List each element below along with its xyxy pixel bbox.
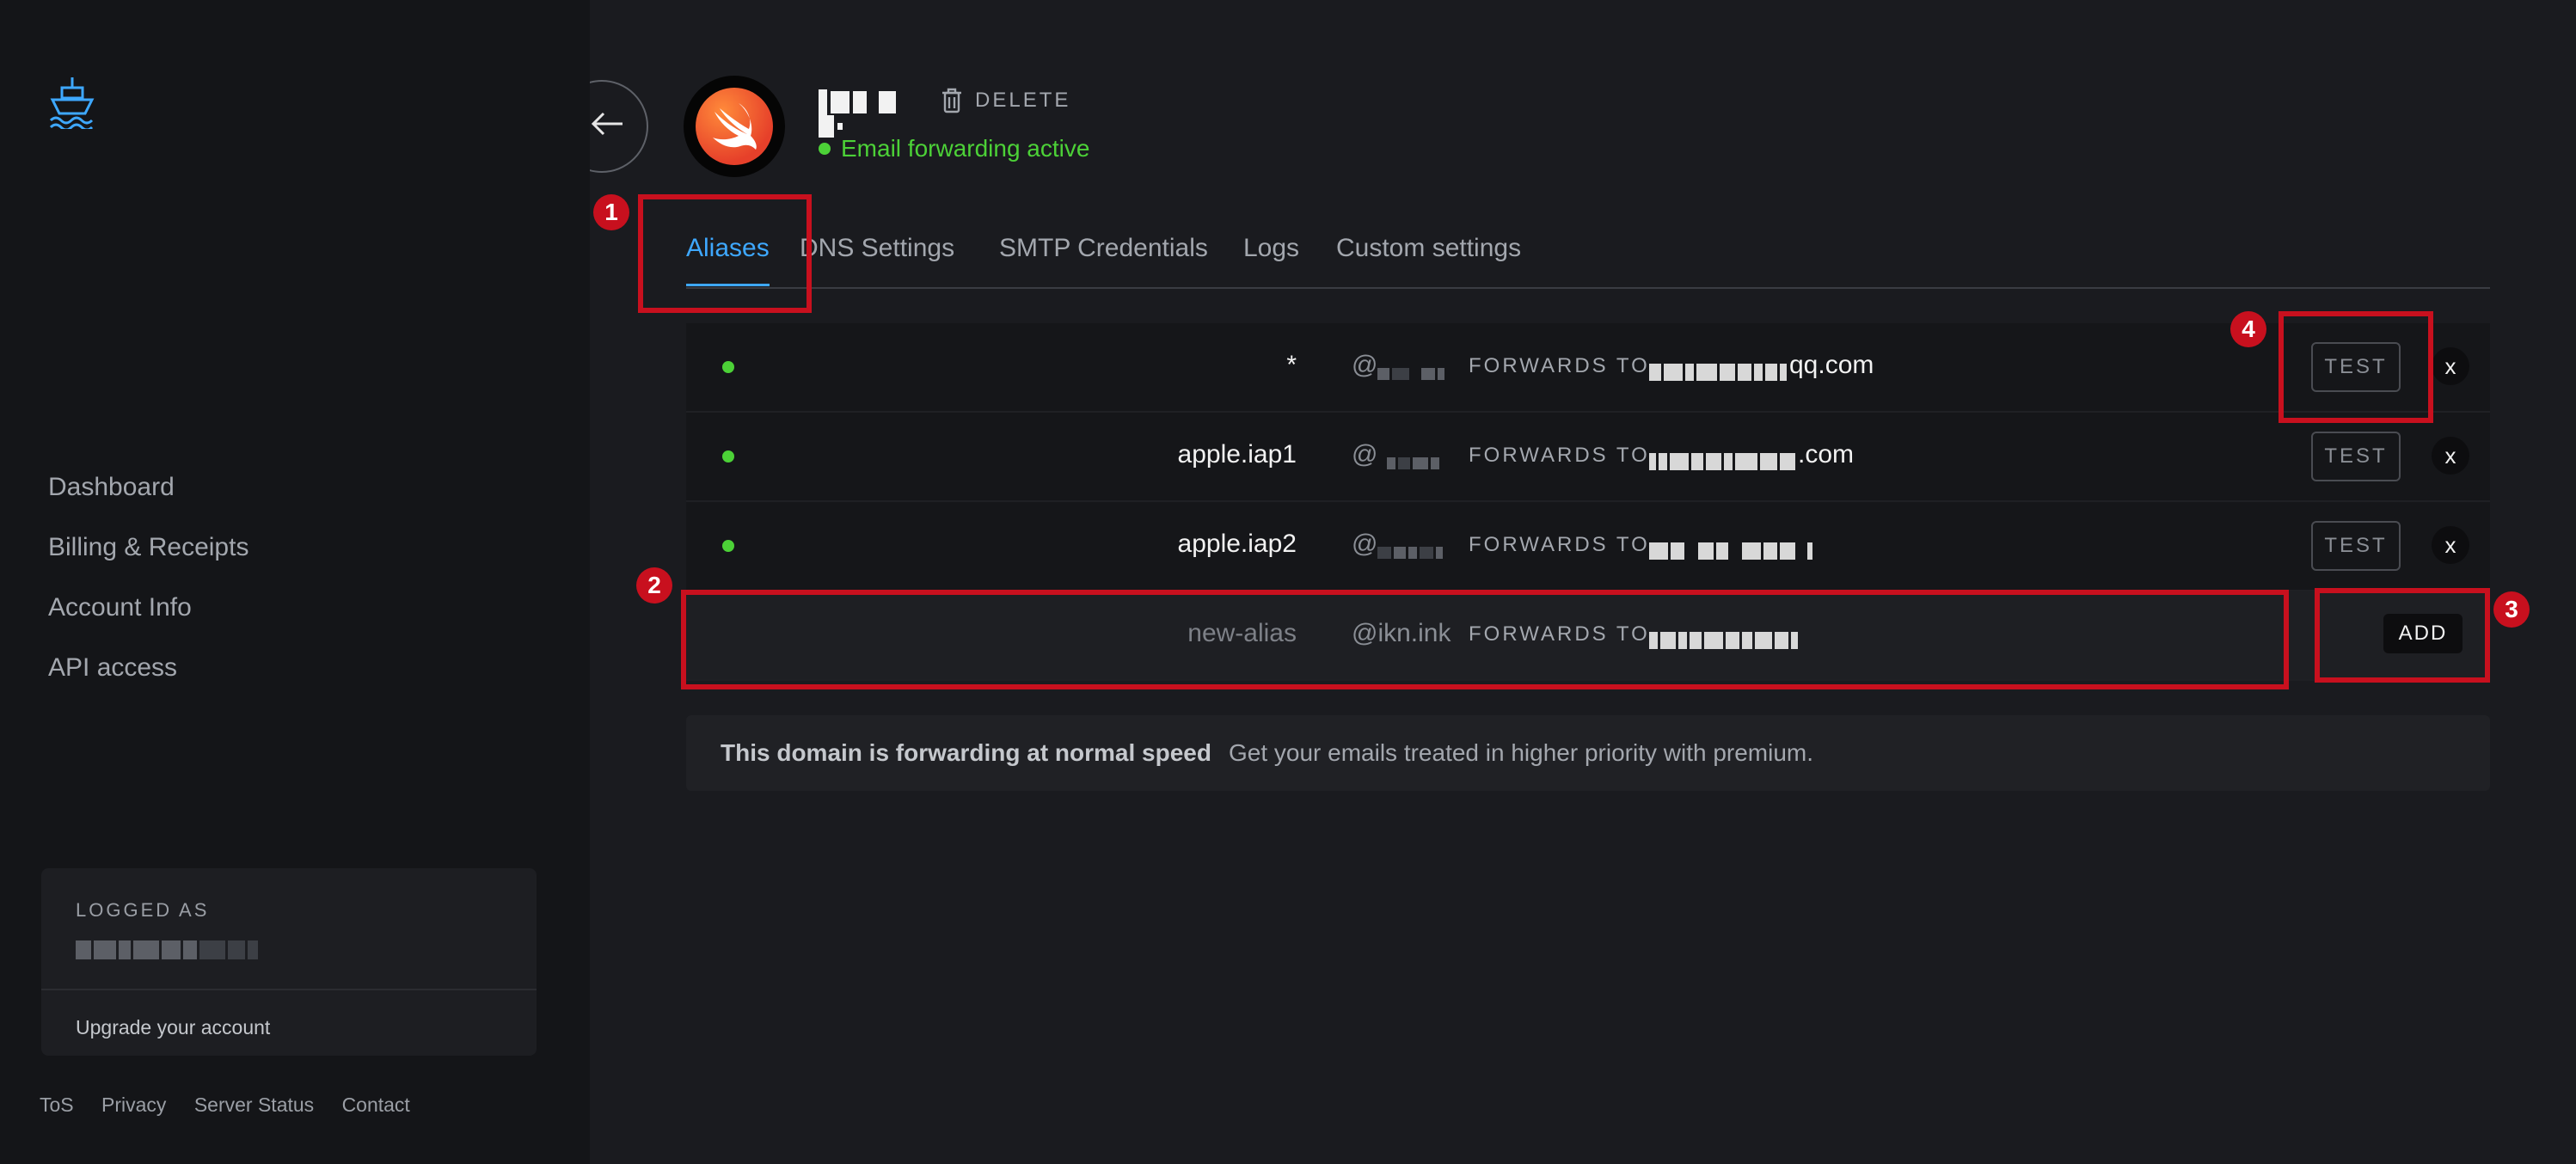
alias-destination: qq.com [1649,351,1874,382]
alias-domain: @ [1352,440,1455,470]
tab-smtp-credentials[interactable]: SMTP Credentials [999,234,1208,263]
alias-row: apple.iap1 @ FORWARDS TO .com TEST x [686,413,2490,502]
test-button[interactable]: TEST [2311,432,2401,481]
nav-billing[interactable]: Billing & Receipts [48,529,248,589]
ship-logo-icon[interactable] [47,76,97,132]
active-dot-icon [722,361,734,373]
active-dot-icon [722,450,734,463]
annotation-badge-2: 2 [636,567,672,603]
alias-destination [1649,530,1815,561]
nav-api-access[interactable]: API access [48,649,248,709]
tab-logs[interactable]: Logs [1243,234,1299,263]
delete-alias-button[interactable]: x [2432,437,2469,475]
tab-bar: Aliases DNS Settings SMTP Credentials Lo… [686,234,2490,289]
divider [41,989,537,990]
domain-avatar [684,76,785,177]
annotation-box-4 [2279,311,2433,423]
footer-tos[interactable]: ToS [40,1094,74,1116]
tab-custom-settings[interactable]: Custom settings [1336,234,1521,263]
forwards-to-label: FORWARDS TO [1469,533,1650,556]
speed-banner: This domain is forwarding at normal spee… [686,715,2490,791]
alias-row: * @ FORWARDS TO qq.com TEST x [686,323,2490,413]
swift-logo-icon [696,88,773,165]
annotation-badge-4: 4 [2230,311,2266,347]
sidebar: Dashboard Billing & Receipts Account Inf… [0,0,590,1164]
footer-privacy[interactable]: Privacy [101,1094,166,1116]
alias-name: apple.iap2 [1177,530,1297,558]
redacted-email [76,940,316,966]
user-card: LOGGED AS Upgrade your account [41,868,537,1056]
speed-banner-text: Get your emails treated in higher priori… [1228,739,1814,766]
destination-suffix: qq.com [1789,351,1874,379]
trash-icon [942,88,961,113]
nav-dashboard[interactable]: Dashboard [48,469,248,529]
sidebar-nav: Dashboard Billing & Receipts Account Inf… [48,469,248,709]
destination-suffix: .com [1798,440,1855,469]
test-button[interactable]: TEST [2311,521,2401,571]
footer-server-status[interactable]: Server Status [194,1094,314,1116]
logged-as-label: LOGGED AS [76,899,210,921]
delete-label: DELETE [975,89,1071,112]
delete-alias-button[interactable]: x [2432,347,2469,385]
alias-destination: .com [1649,440,1855,471]
upgrade-link[interactable]: Upgrade your account [76,1016,270,1039]
alias-name: apple.iap1 [1177,440,1297,469]
annotation-box-1 [638,194,812,313]
annotation-badge-1: 1 [593,194,629,230]
footer-links: ToS Privacy Server Status Contact [40,1094,432,1117]
arrow-left-icon [591,112,623,136]
delete-button[interactable]: DELETE [941,88,1070,113]
footer-contact[interactable]: Contact [342,1094,410,1116]
alias-name: * [1286,351,1297,379]
alias-domain: @ [1352,351,1455,381]
status-dot-icon [819,143,831,155]
alias-domain: @ [1352,530,1455,560]
forwarding-status: Email forwarding active [819,135,1089,162]
annotation-box-3 [2315,588,2490,683]
status-text: Email forwarding active [841,135,1090,162]
domain-name-redacted [819,89,915,138]
forwards-to-label: FORWARDS TO [1469,354,1650,377]
forwards-to-label: FORWARDS TO [1469,444,1650,467]
back-button[interactable] [590,80,653,173]
speed-banner-title: This domain is forwarding at normal spee… [721,739,1211,766]
delete-alias-button[interactable]: x [2432,526,2469,564]
tab-dns-settings[interactable]: DNS Settings [800,234,954,263]
annotation-box-2 [681,590,2289,689]
annotation-badge-3: 3 [2493,591,2530,628]
active-dot-icon [722,540,734,552]
nav-account-info[interactable]: Account Info [48,589,248,649]
alias-row: apple.iap2 @ FORWARDS TO TEST x [686,502,2490,591]
